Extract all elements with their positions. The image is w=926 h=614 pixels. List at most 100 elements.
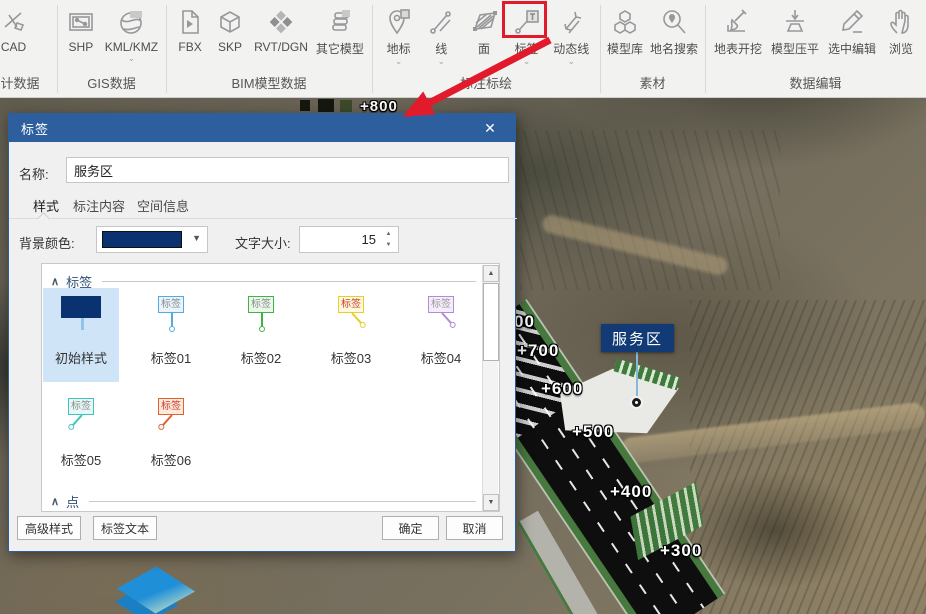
toolbar-item-rvt-dgn[interactable]: RVT/DGN: [254, 4, 308, 54]
style-preview: 标签: [248, 296, 274, 313]
scroll-up-icon[interactable]: ▲: [483, 265, 499, 282]
toolbar-item-label: 地名搜索: [650, 40, 698, 57]
vertical-scrollbar[interactable]: ▲ ▼: [482, 265, 498, 511]
toolbar-item-cad[interactable]: CAD: [0, 4, 30, 54]
chevron-down-icon[interactable]: ⌄: [523, 58, 531, 65]
toolbar-item-label: 浏览: [889, 40, 913, 57]
spinner-up-icon[interactable]: ▲: [381, 229, 396, 240]
cad-icon: [0, 6, 30, 38]
toolbar-item-place-search[interactable]: 地名搜索: [650, 4, 698, 57]
close-icon[interactable]: ✕: [475, 114, 505, 142]
style-preview-stem: [81, 318, 84, 330]
section-header-point[interactable]: ∧ 点: [51, 492, 476, 511]
style-name: 标签03: [331, 348, 371, 367]
style-tile-02[interactable]: 标签 标签02: [223, 288, 299, 382]
toolbar-group-material: 模型库 地名搜索 素材: [600, 0, 705, 98]
toolbar-item-label: 线: [435, 40, 447, 57]
toolbar-group-label: 素材: [600, 73, 705, 92]
style-name: 初始样式: [55, 348, 107, 367]
polygon-icon: [468, 6, 500, 38]
toolbar-item-fbx[interactable]: FBX: [174, 4, 206, 54]
dropdown-caret-icon: ▼: [192, 233, 201, 243]
model-library-icon: [609, 6, 641, 38]
advanced-style-button[interactable]: 高级样式: [17, 516, 81, 540]
name-input[interactable]: [66, 157, 509, 183]
collapse-icon[interactable]: ∧: [51, 495, 59, 508]
toolbar-group-label: GIS数据: [57, 73, 166, 92]
toolbar-item-label: RVT/DGN: [254, 40, 308, 54]
collapse-icon[interactable]: ∧: [51, 275, 59, 288]
style-tile-initial[interactable]: 初始样式: [43, 288, 119, 382]
toolbar-group-label: 标注标绘: [372, 73, 600, 92]
spinner-down-icon[interactable]: ▼: [381, 240, 396, 251]
style-tile-03[interactable]: 标签 标签03: [313, 288, 389, 382]
place-search-icon: [658, 6, 690, 38]
style-preview-stem: [261, 313, 263, 327]
toolbar-item-line[interactable]: 线 ⌄: [425, 4, 457, 65]
terrain-excavate-icon: [722, 6, 754, 38]
toolbar-item-skp[interactable]: SKP: [214, 4, 246, 54]
scroll-down-icon[interactable]: ▼: [483, 494, 499, 511]
toolbar-group-label: 数据编辑: [705, 73, 926, 92]
font-size-value: 15: [362, 232, 376, 247]
shp-icon: [65, 6, 97, 38]
toolbar-item-browse[interactable]: 浏览: [885, 4, 917, 57]
toolbar-item-label: CAD: [1, 40, 26, 54]
toolbar-item-label: 模型库: [607, 40, 643, 57]
toolbar-item-shp[interactable]: SHP: [65, 4, 97, 54]
style-preview: 标签: [158, 296, 184, 313]
chevron-down-icon[interactable]: ⌄: [395, 58, 403, 65]
style-name: 标签04: [421, 348, 461, 367]
toolbar-item-label: 模型压平: [771, 40, 819, 57]
style-tile-06[interactable]: 标签 标签06: [133, 390, 209, 484]
toolbar-item-label: SKP: [218, 40, 242, 54]
toolbar-item-dynamic-line[interactable]: 动态线 ⌄: [553, 4, 589, 65]
style-preview: 标签: [428, 296, 454, 313]
style-preview: [61, 296, 101, 318]
map-label-service-area[interactable]: 服务区: [601, 324, 674, 352]
chevron-down-icon[interactable]: ⌄: [438, 58, 446, 65]
toolbar-group-annotation: 地标 ⌄ 线 ⌄ 面: [372, 0, 600, 98]
name-label: 名称:: [19, 164, 49, 183]
bg-color-label: 背景颜色:: [19, 233, 75, 252]
bg-color-dropdown[interactable]: ▼: [96, 226, 208, 253]
toolbar-item-label: SHP: [69, 40, 94, 54]
cancel-button[interactable]: 取消: [446, 516, 503, 540]
style-preview-stem: [171, 313, 173, 327]
section-divider: [89, 501, 476, 502]
toolbar-item-select-edit[interactable]: 选中编辑: [828, 4, 876, 57]
toolbar-item-label: 选中编辑: [828, 40, 876, 57]
toolbar-item-label: 地表开挖: [714, 40, 762, 57]
toolbar-item-label: 面: [478, 40, 490, 57]
toolbar-item-other-model[interactable]: 其它模型: [316, 4, 364, 57]
chevron-down-icon[interactable]: ⌄: [568, 58, 576, 65]
scrollbar-thumb[interactable]: [483, 283, 499, 361]
ok-button[interactable]: 确定: [382, 516, 439, 540]
font-size-spinner[interactable]: 15 ▲ ▼: [299, 226, 399, 253]
toolbar-item-model-library[interactable]: 模型库: [607, 4, 643, 57]
dialog-title: 标签: [21, 119, 49, 138]
style-tile-05[interactable]: 标签 标签05: [43, 390, 119, 484]
terrain-trees: [300, 100, 310, 111]
toolbar-item-polygon[interactable]: 面: [468, 4, 500, 57]
style-name: 标签02: [241, 348, 281, 367]
font-size-label: 文字大小:: [235, 233, 291, 252]
tab-style[interactable]: 样式: [33, 196, 59, 215]
toolbar-item-landmark[interactable]: 地标 ⌄: [383, 4, 415, 65]
chevron-down-icon[interactable]: ⌄: [128, 55, 136, 62]
toolbar-item-kml-kmz[interactable]: KML/KMZ ⌄: [105, 4, 158, 62]
label-text-button[interactable]: 标签文本: [93, 516, 157, 540]
style-tile-01[interactable]: 标签 标签01: [133, 288, 209, 382]
tab-annotation-content[interactable]: 标注内容: [73, 196, 125, 215]
station-marker: +600: [541, 379, 583, 399]
select-edit-icon: [836, 6, 868, 38]
style-tile-04[interactable]: 标签 标签04: [403, 288, 479, 382]
tab-spatial-info[interactable]: 空间信息: [137, 196, 189, 215]
style-name: 标签01: [151, 348, 191, 367]
toolbar-item-terrain-excavate[interactable]: 地表开挖: [714, 4, 762, 57]
label-dialog: 标签 ✕ 名称: 样式 标注内容 空间信息 背景颜色: ▼ 文字大小: 15 ▲…: [8, 113, 516, 552]
skp-icon: [214, 6, 246, 38]
dialog-titlebar[interactable]: 标签 ✕: [9, 114, 515, 142]
toolbar-item-model-flatten[interactable]: 模型压平: [771, 4, 819, 57]
toolbar-item-label: 标签: [515, 40, 539, 57]
